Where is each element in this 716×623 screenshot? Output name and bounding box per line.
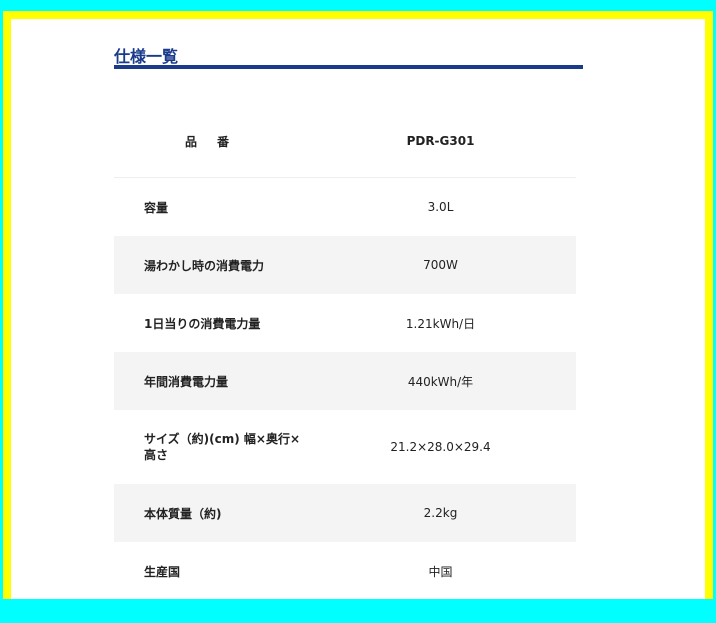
row-label: 本体質量（約) <box>114 484 305 542</box>
row-value: 2.2kg <box>305 484 576 542</box>
table-row: サイズ（約)(cm) 幅×奥行×高さ 21.2×28.0×29.4 <box>114 410 576 484</box>
row-label: 生産国 <box>144 564 181 579</box>
section-heading: 仕様一覧 <box>114 47 179 66</box>
header-value: PDR-G301 <box>406 134 475 148</box>
table-row: 年間消費電力量 440kWh/年 <box>114 352 576 410</box>
table-row: 湯わかし時の消費電力 700W <box>114 236 576 294</box>
table-row: 本体質量（約) 2.2kg <box>114 484 576 542</box>
outer-frame: 仕様一覧 品 番 PDR-G301 容量 3.0L 湯わかし時の消費電力 700… <box>3 3 713 620</box>
spec-table: 品 番 PDR-G301 容量 3.0L 湯わかし時の消費電力 700W 1日当… <box>114 105 576 600</box>
inner-frame: 仕様一覧 品 番 PDR-G301 容量 3.0L 湯わかし時の消費電力 700… <box>3 11 713 599</box>
header-label: 品 番 <box>184 134 233 149</box>
row-value: 21.2×28.0×29.4 <box>390 440 491 454</box>
row-value: 440kWh/年 <box>305 352 576 410</box>
row-value: 700W <box>305 236 576 294</box>
row-label: 年間消費電力量 <box>114 352 305 410</box>
spec-panel: 仕様一覧 品 番 PDR-G301 容量 3.0L 湯わかし時の消費電力 700… <box>11 19 705 599</box>
row-label: サイズ（約)(cm) 幅×奥行×高さ <box>144 432 300 462</box>
row-value: 中国 <box>428 564 453 579</box>
table-header-row: 品 番 PDR-G301 <box>114 105 576 177</box>
table-row: 生産国 中国 <box>114 542 576 600</box>
row-label: 湯わかし時の消費電力 <box>114 236 305 294</box>
row-value: 3.0L <box>427 200 454 214</box>
table-row: 容量 3.0L <box>114 178 576 236</box>
table-row: 1日当りの消費電力量 1.21kWh/日 <box>114 294 576 352</box>
row-value: 1.21kWh/日 <box>405 316 476 331</box>
row-label: 容量 <box>144 200 169 215</box>
heading-underline <box>114 65 583 69</box>
row-label: 1日当りの消費電力量 <box>144 316 261 331</box>
